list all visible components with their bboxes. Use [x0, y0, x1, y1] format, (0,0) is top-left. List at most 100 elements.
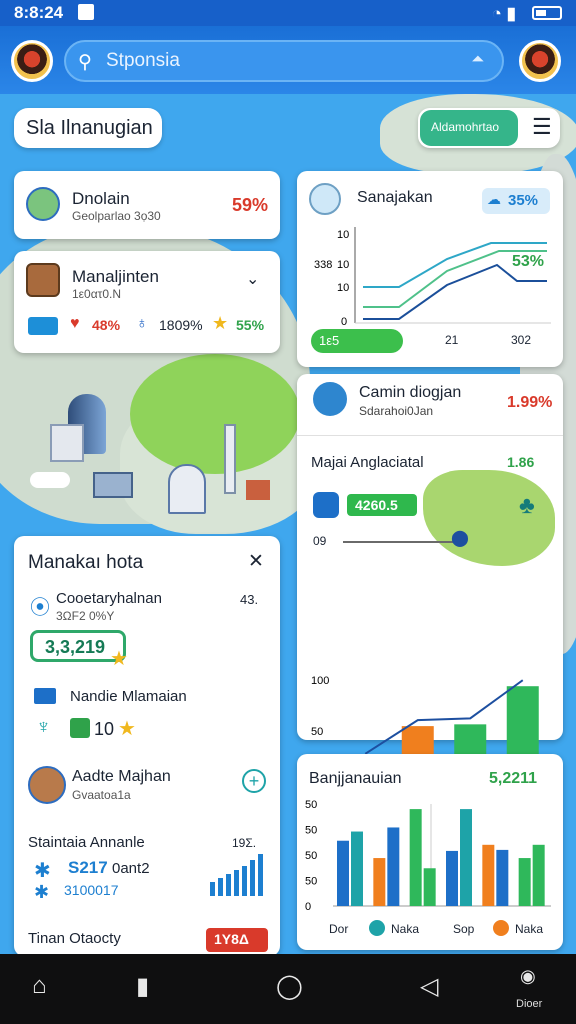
mini-bar: [226, 874, 231, 896]
park-area: [130, 354, 300, 474]
red-house-building: [246, 480, 270, 500]
search-bar[interactable]: ⚲ ⏶: [64, 40, 504, 82]
series-value-label: 53%: [512, 253, 544, 270]
row-value: 3100017: [64, 882, 119, 898]
x-tick-label: 302: [511, 333, 532, 347]
row-subtitle: Gvaatoa1a: [72, 788, 131, 802]
mini-bar: [250, 860, 255, 896]
bottom-nav: ⌂ ▮ ◯ ◁ ◉ Dioer: [0, 954, 576, 1024]
bar: [373, 858, 386, 906]
star-icon: ★: [118, 718, 136, 740]
map-chip-group: Aldamohrtao ☰: [418, 108, 560, 148]
row-title: Cooetaryhalnan: [56, 590, 162, 607]
place-thumbnail-icon: [28, 766, 66, 804]
map-chip[interactable]: Aldamohrtao: [420, 110, 518, 146]
bar: [351, 831, 363, 906]
card-value: 1.99%: [507, 394, 553, 411]
place-thumbnail-icon: [309, 183, 341, 215]
mini-bar: [210, 882, 215, 896]
card-title: Manakaı hota: [28, 552, 144, 573]
bulb-icon: ♆: [36, 716, 51, 738]
location-button-icon[interactable]: [313, 492, 339, 518]
row-title: Staintaia Annanle: [28, 834, 145, 851]
row-value: 0ant2: [112, 860, 150, 877]
legend-dot-icon: [369, 920, 385, 936]
status-time: 8:8:24: [14, 3, 64, 22]
map-chip-label: Aldamohrtao: [431, 120, 500, 134]
card-title: Dnolain: [72, 189, 130, 208]
card-value: 5,2211: [489, 770, 538, 787]
minaret-building: [224, 424, 236, 494]
big-value: 3,3,219: [45, 637, 106, 657]
search-input[interactable]: [106, 48, 446, 74]
menu-icon[interactable]: ☰: [532, 114, 552, 140]
section-value: 1.86: [507, 454, 535, 470]
grouped-bar-chart: 50 50 50 50 0: [305, 799, 551, 913]
badge-value: 35%: [508, 192, 539, 209]
divider: [297, 435, 563, 436]
mic-icon[interactable]: ⏶: [471, 51, 484, 69]
bar: [518, 858, 531, 906]
bar: [496, 849, 509, 906]
row-title: Aadte Majhan: [72, 768, 171, 785]
card-banjanaian[interactable]: Banjjanauian 5,2211 50 50 50 50 0 Dor Naka S…: [297, 754, 563, 950]
chevron-down-icon[interactable]: ⌄: [246, 269, 259, 289]
card-subtitle: 1ε0ατ0.Ν: [72, 287, 122, 301]
y-tick-label: 50: [305, 850, 317, 862]
user-avatar[interactable]: [11, 40, 53, 82]
palm-tree-icon: ♣: [519, 492, 535, 519]
row-value: 19Σ.: [232, 836, 257, 850]
bar: [460, 809, 472, 906]
map-title-pill: Sla Ilnanugian: [14, 108, 162, 148]
mini-bar: [218, 878, 223, 896]
profile-avatar[interactable]: [519, 40, 561, 82]
y-tick-label: 10: [337, 229, 349, 241]
row-value: 43.: [240, 592, 259, 607]
top-bar: ⚲ ⏶: [0, 26, 576, 94]
footer-pill[interactable]: 1ε5: [311, 329, 403, 353]
y-tick-label: 50: [305, 799, 317, 811]
y-tick-label: 338: [314, 259, 332, 271]
slider-track[interactable]: [343, 541, 459, 543]
card-sanajakan[interactable]: Sanajakan ☁ 35% 10 338 10 10 0 53% 1ε5 2…: [297, 171, 563, 367]
card-manaljinten[interactable]: Manaljinten 1ε0ατ0.Ν ⌄ ♥ 48% ♁ 1809% ★ 5…: [14, 251, 280, 353]
office-building: [50, 424, 84, 462]
card-dnolain[interactable]: Dnolain Geolparlao 3ọ30 59%: [14, 171, 280, 239]
house-building: [93, 472, 133, 498]
value-pill-label: 4260.5: [355, 497, 398, 513]
circle-home-icon[interactable]: ◯: [276, 972, 303, 1001]
bar: [409, 809, 422, 906]
card-manakai[interactable]: Manakaı hota ✕ ⦿ Cooetaryhalnan 3ΩF2 0%Y…: [14, 536, 280, 954]
map-view[interactable]: Sla Ilnanugian Aldamohrtao ☰ Dnolain Geo…: [0, 94, 576, 954]
y-tick-label: 10: [337, 282, 349, 294]
map-pin-icon[interactable]: ⬤: [451, 528, 469, 548]
cloud: [30, 472, 70, 488]
gear-icon: ✱: [34, 882, 50, 902]
home-icon[interactable]: ⌂: [32, 972, 47, 1000]
close-icon[interactable]: ✕: [248, 550, 264, 573]
domed-building: [168, 464, 206, 514]
bar: [387, 827, 400, 906]
stat-1: 48%: [92, 317, 121, 333]
row-subtitle: 3ΩF2 0%Y: [56, 609, 115, 623]
add-icon[interactable]: +: [242, 769, 266, 793]
legend-label: Naka: [391, 922, 420, 936]
location-pin-icon: ⦿: [30, 597, 50, 619]
profile-icon[interactable]: ◉: [520, 966, 536, 987]
row-title: Nandie Mlamaian: [70, 688, 187, 705]
mini-bar: [258, 854, 263, 896]
heart-icon: ♥: [70, 315, 80, 332]
gear-icon: ✱: [34, 860, 51, 882]
place-thumbnail-icon: [26, 187, 60, 221]
bar: [482, 844, 495, 906]
card-camin[interactable]: Camin diogjan Sdarahoi0Jan 1.99% Majai A…: [297, 374, 563, 805]
wifi-signal-icon: ◔ ▮: [491, 4, 516, 23]
region-map[interactable]: [423, 470, 555, 566]
y-tick-label: 0: [305, 901, 311, 913]
map-title: Sla Ilnanugian: [26, 117, 153, 139]
nav-label: Dioer: [516, 998, 543, 1010]
card-title: Banjjanauian: [309, 770, 402, 787]
trend-line: [364, 679, 524, 755]
back-icon[interactable]: ◁: [420, 972, 438, 1001]
bar-chart-icon[interactable]: ▮: [136, 972, 149, 1001]
